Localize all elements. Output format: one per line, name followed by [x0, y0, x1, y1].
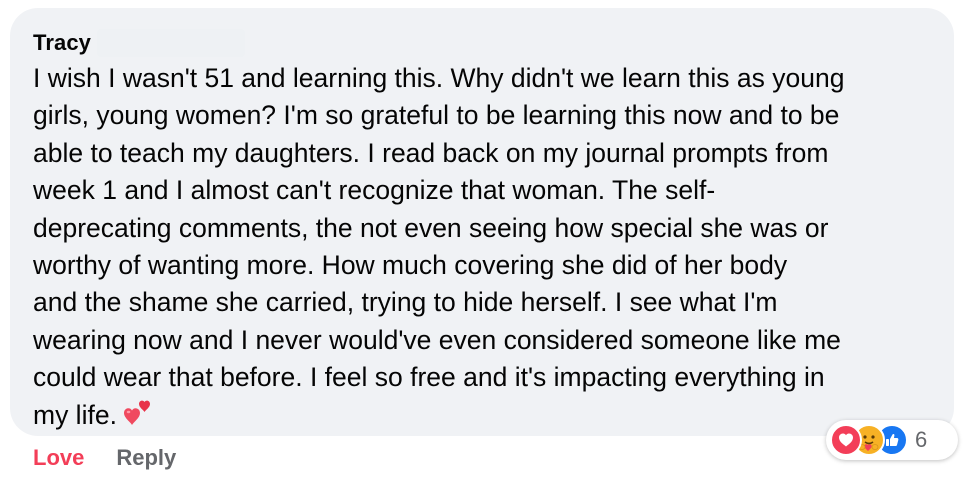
comment-line: I wish I wasn't 51 and learning this. Wh… [33, 63, 845, 93]
love-button[interactable]: Love [33, 445, 84, 471]
comment-line: could wear that before. I feel so free a… [33, 362, 825, 393]
comment-author-name[interactable]: Tracy [33, 30, 91, 56]
two-hearts-icon [121, 398, 151, 428]
comment-line: wearing now and I never would've even co… [33, 324, 841, 355]
comment-container: Tracy I wish I wasn't 51 and learning th… [0, 0, 964, 481]
heart-react-icon [830, 424, 862, 456]
comment-body: I wish I wasn't 51 and learning this. Wh… [33, 60, 938, 434]
comment-author-row: Tracy [33, 28, 245, 58]
comment-actions: Love Reply [33, 444, 176, 472]
comment-line-last: my life. [33, 397, 938, 434]
comment-line: girls, young women? I'm so grateful to b… [33, 100, 840, 131]
author-name-redaction [97, 29, 245, 57]
comment-line: worthy of wanting more. How much coverin… [33, 250, 788, 281]
comment-line: deprecating comments, the not even seein… [33, 212, 829, 243]
comment-line: week 1 and I almost can't recognize that… [33, 175, 716, 206]
comment-line-text: my life. [33, 399, 117, 430]
reply-button[interactable]: Reply [116, 445, 176, 471]
reactions-summary[interactable]: 6 [826, 420, 958, 460]
comment-line: and the shame she carried, trying to hid… [33, 287, 778, 318]
reaction-count: 6 [915, 427, 928, 452]
comment-line: able to teach my daughters. I read back … [33, 137, 829, 168]
